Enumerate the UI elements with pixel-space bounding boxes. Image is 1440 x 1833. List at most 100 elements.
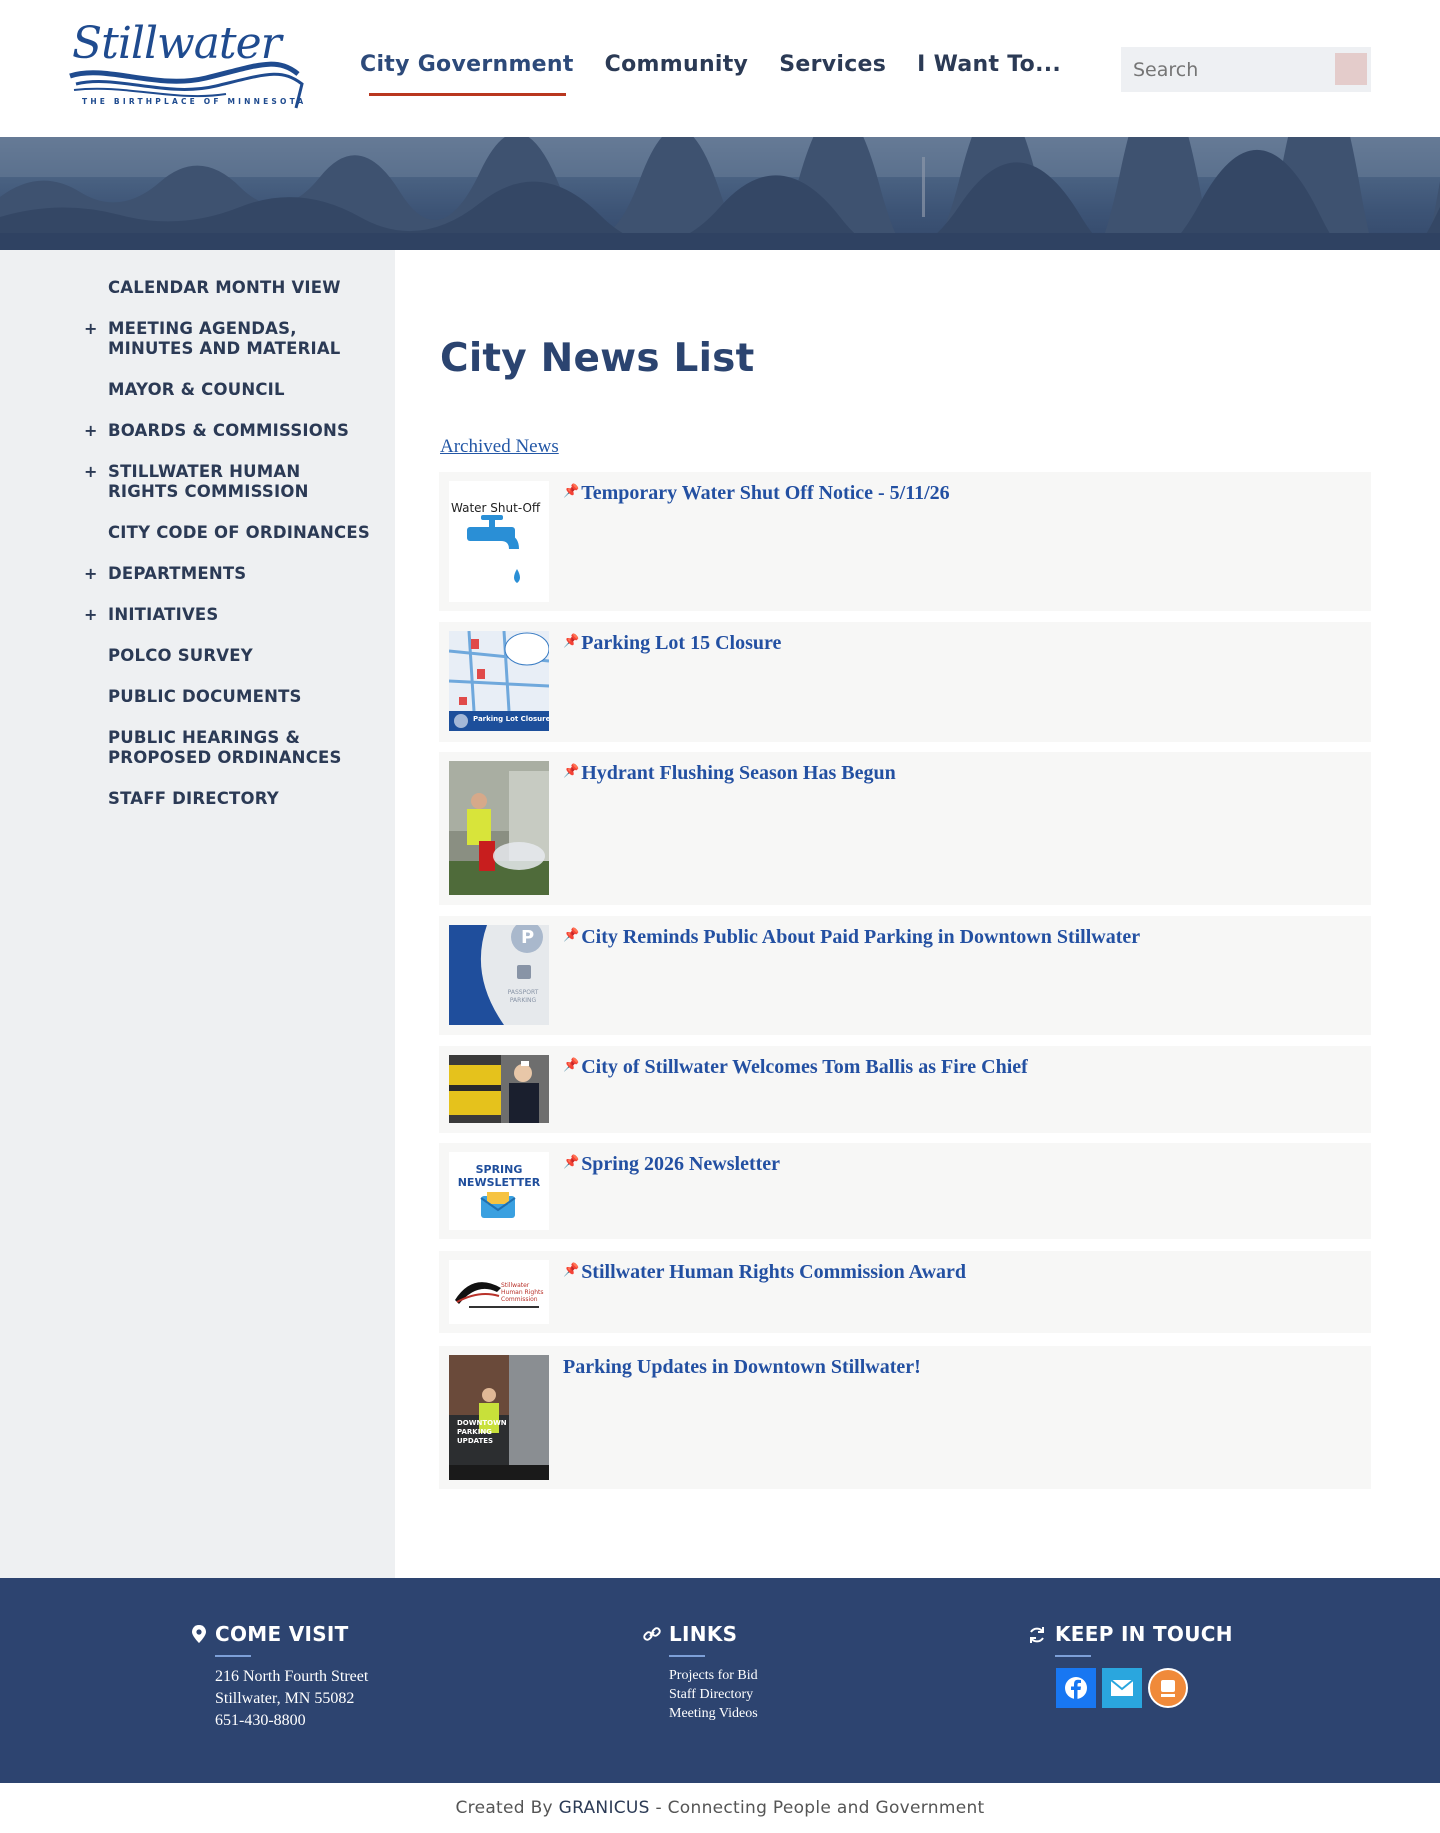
svg-text:P: P <box>521 927 534 948</box>
news-title-link[interactable]: 📌 Stillwater Human Rights Commission Awar… <box>563 1261 966 1284</box>
sidebar-nav: CALENDAR MONTH VIEW + MEETING AGENDAS, MI… <box>0 250 395 1578</box>
footer-heading: KEEP IN TOUCH <box>1055 1622 1233 1646</box>
search-box <box>1121 47 1371 92</box>
expand-plus-icon[interactable]: + <box>84 564 98 584</box>
search-button[interactable] <box>1335 53 1367 85</box>
expand-plus-icon[interactable]: + <box>84 605 98 625</box>
sidebar-item-public-hearings[interactable]: PUBLIC HEARINGS & PROPOSED ORDINANCES <box>0 728 395 768</box>
nav-city-government[interactable]: City Government <box>360 52 574 96</box>
sidebar-item-human-rights[interactable]: + STILLWATER HUMAN RIGHTS COMMISSION <box>0 462 395 502</box>
news-thumbnail[interactable] <box>449 1055 549 1123</box>
paid-parking-graphic: P <box>449 925 549 1025</box>
sidebar-item-boards[interactable]: + BOARDS & COMMISSIONS <box>0 421 395 441</box>
site-header: Stillwater THE BIRTHPLACE OF MINNESOTA C… <box>0 0 1440 137</box>
sidebar-item-label: INITIATIVES <box>108 605 219 624</box>
stillwater-logo[interactable]: Stillwater THE BIRTHPLACE OF MINNESOTA <box>66 16 306 116</box>
hero-banner <box>0 137 1440 250</box>
expand-plus-icon[interactable]: + <box>84 319 98 339</box>
sidebar-item-label: CITY CODE OF ORDINANCES <box>108 523 370 542</box>
news-title-link[interactable]: 📌 City Reminds Public About Paid Parking … <box>563 926 1140 949</box>
sidebar-item-calendar[interactable]: CALENDAR MONTH VIEW <box>0 278 395 298</box>
sidebar-item-polco[interactable]: POLCO SURVEY <box>0 646 395 666</box>
news-thumbnail[interactable]: SPRING NEWSLETTER <box>449 1152 549 1230</box>
sidebar-list: CALENDAR MONTH VIEW + MEETING AGENDAS, MI… <box>0 278 395 809</box>
logo-tagline: THE BIRTHPLACE OF MINNESOTA <box>82 97 307 106</box>
sidebar-item-city-code[interactable]: CITY CODE OF ORDINANCES <box>0 523 395 543</box>
facebook-icon[interactable] <box>1056 1668 1096 1708</box>
news-item: P PASSPORT PARKING 📌 City Reminds Public … <box>439 916 1371 1035</box>
sidebar-item-mayor-council[interactable]: MAYOR & COUNCIL <box>0 380 395 400</box>
link-chain-icon <box>643 1627 661 1641</box>
footer-link-meeting-videos[interactable]: Meeting Videos <box>669 1706 758 1722</box>
downtown-parking-photo <box>449 1355 549 1480</box>
pin-icon: 📌 <box>563 927 580 942</box>
footer-rule <box>215 1655 251 1657</box>
treeline-image <box>0 137 1440 250</box>
news-item: Parking Lot Closure 📌 Parking Lot 15 Clos… <box>439 622 1371 742</box>
sidebar-item-staff-directory[interactable]: STAFF DIRECTORY <box>0 789 395 809</box>
pin-icon: 📌 <box>563 1154 580 1169</box>
footer-heading: COME VISIT <box>215 1622 349 1646</box>
news-title-link[interactable]: 📌 City of Stillwater Welcomes Tom Ballis … <box>563 1056 1028 1079</box>
sidebar-item-label: STAFF DIRECTORY <box>108 789 279 808</box>
footer-link-projects[interactable]: Projects for Bid <box>669 1668 758 1684</box>
sidebar-item-label: MEETING AGENDAS, MINUTES AND MATERIAL <box>108 319 341 358</box>
news-item: Stillwater Human Rights Commission 📌 Stil… <box>439 1251 1371 1333</box>
sidebar-item-label: DEPARTMENTS <box>108 564 247 583</box>
sidebar-item-meeting-agendas[interactable]: + MEETING AGENDAS, MINUTES AND MATERIAL <box>0 319 395 359</box>
news-thumbnail[interactable]: Water Shut-Off <box>449 481 549 602</box>
news-thumbnail[interactable]: Stillwater Human Rights Commission <box>449 1260 549 1324</box>
sidebar-item-label: PUBLIC HEARINGS & PROPOSED ORDINANCES <box>108 728 342 767</box>
expand-plus-icon[interactable]: + <box>84 421 98 441</box>
sidebar-item-departments[interactable]: + DEPARTMENTS <box>0 564 395 584</box>
news-item: Water Shut-Off 📌 Temporary Water Shut Off… <box>439 472 1371 611</box>
sidebar-item-label: POLCO SURVEY <box>108 646 253 665</box>
credit-suffix: - Connecting People and Government <box>649 1798 985 1818</box>
thumb-caption: Stillwater Human Rights Commission <box>501 1282 544 1303</box>
main-content: City News List Archived News Water Shut-… <box>395 250 1440 1578</box>
footer-phone: 651-430-8800 <box>215 1712 306 1729</box>
email-icon[interactable] <box>1102 1668 1142 1708</box>
pin-icon: 📌 <box>563 483 580 498</box>
expand-plus-icon[interactable]: + <box>84 462 98 482</box>
search-input[interactable] <box>1121 47 1331 92</box>
nav-services[interactable]: Services <box>779 52 886 77</box>
archived-news-link[interactable]: Archived News <box>440 436 559 458</box>
site-footer: COME VISIT 216 North Fourth Street Still… <box>0 1578 1440 1783</box>
footer-rule <box>669 1655 705 1657</box>
pin-icon: 📌 <box>563 633 580 648</box>
sidebar-item-public-documents[interactable]: PUBLIC DOCUMENTS <box>0 687 395 707</box>
news-thumbnail[interactable]: DOWNTOWN PARKING UPDATES <box>449 1355 549 1480</box>
fire-chief-photo <box>449 1055 549 1123</box>
nav-community[interactable]: Community <box>605 52 749 77</box>
faucet-icon <box>467 515 520 583</box>
credit-prefix: Created By <box>455 1798 559 1818</box>
news-title-link[interactable]: 📌 Temporary Water Shut Off Notice - 5/11/… <box>563 482 950 505</box>
footer-heading: LINKS <box>669 1622 738 1646</box>
news-thumbnail[interactable] <box>449 761 549 895</box>
news-title-link[interactable]: 📌 Parking Lot 15 Closure <box>563 632 781 655</box>
sidebar-item-label: CALENDAR MONTH VIEW <box>108 278 341 297</box>
news-thumbnail[interactable]: Parking Lot Closure <box>449 631 549 731</box>
sidebar-item-initiatives[interactable]: + INITIATIVES <box>0 605 395 625</box>
pin-icon: 📌 <box>563 1262 580 1277</box>
thumb-caption: PASSPORT PARKING <box>507 989 539 1004</box>
credit-text: Created By GRANICUS - Connecting People … <box>0 1798 1440 1818</box>
news-item: SPRING NEWSLETTER 📌 Spring 2026 Newslette… <box>439 1143 1371 1239</box>
main-nav: City Government Community Services I Wan… <box>360 52 1092 96</box>
notify-me-icon[interactable] <box>1148 1668 1188 1708</box>
sidebar-item-label: STILLWATER HUMAN RIGHTS COMMISSION <box>108 462 309 501</box>
sidebar-item-label: BOARDS & COMMISSIONS <box>108 421 350 440</box>
news-item: 📌 City of Stillwater Welcomes Tom Ballis … <box>439 1046 1371 1133</box>
footer-address-line: Stillwater, MN 55082 <box>215 1690 355 1707</box>
news-title-link[interactable]: 📌 Hydrant Flushing Season Has Begun <box>563 762 896 785</box>
footer-link-staff-directory[interactable]: Staff Directory <box>669 1687 753 1703</box>
news-title-link[interactable]: 📌 Spring 2026 Newsletter <box>563 1153 780 1176</box>
news-title-link[interactable]: Parking Updates in Downtown Stillwater! <box>563 1356 921 1379</box>
news-thumbnail[interactable]: P PASSPORT PARKING <box>449 925 549 1025</box>
footer-address-line: 216 North Fourth Street <box>215 1668 369 1685</box>
envelope-icon <box>480 1192 516 1218</box>
granicus-link[interactable]: GRANICUS <box>559 1798 650 1818</box>
nav-i-want-to[interactable]: I Want To... <box>917 52 1061 77</box>
news-item: 📌 Hydrant Flushing Season Has Begun <box>439 752 1371 905</box>
